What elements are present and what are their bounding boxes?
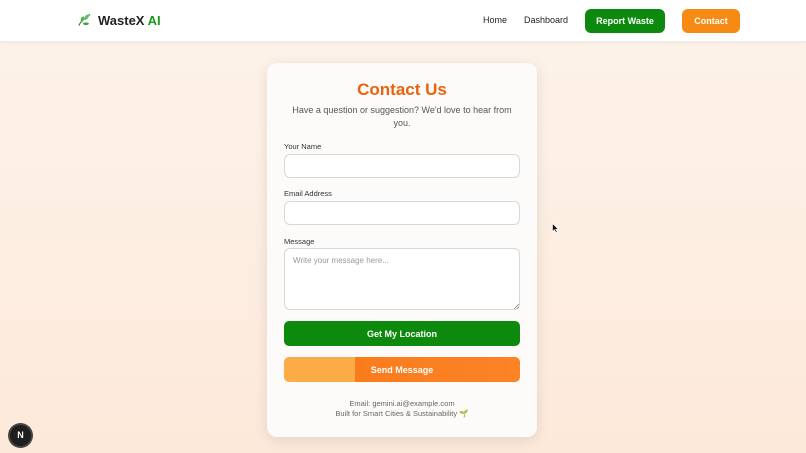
brand-name: WasteX AI [98, 13, 161, 28]
contact-card: Contact Us Have a question or suggestion… [267, 63, 537, 437]
footer-tagline: Built for Smart Cities & Sustainability … [335, 409, 469, 418]
page-title: Contact Us [357, 80, 447, 99]
nav-dashboard-link[interactable]: Dashboard [524, 15, 568, 25]
mouse-cursor-icon [552, 223, 559, 233]
brand-logo[interactable]: WasteX AI [77, 12, 161, 28]
email-input[interactable] [284, 201, 520, 225]
message-label: Message [284, 237, 315, 246]
email-label: Email Address [284, 189, 332, 198]
message-textarea[interactable] [284, 248, 520, 310]
contact-button[interactable]: Contact [682, 9, 740, 33]
name-label: Your Name [284, 142, 322, 151]
leaf-icon [78, 13, 91, 26]
nav-home-link[interactable]: Home [483, 15, 507, 25]
brand-accent-text: AI [147, 12, 161, 28]
brand-main-text: WasteX [98, 12, 145, 28]
name-input[interactable] [284, 154, 520, 178]
footer-email: Email: gemini.ai@example.com [349, 399, 455, 408]
get-location-button[interactable]: Get My Location [284, 321, 520, 346]
page-subtitle: Have a question or suggestion? We'd love… [292, 105, 512, 128]
top-navbar: WasteX AI Home Dashboard Report Waste Co… [0, 0, 806, 42]
send-message-button[interactable]: Send Message [284, 357, 520, 382]
dev-tools-badge[interactable]: N [10, 425, 31, 446]
resize-grip-icon[interactable] [513, 303, 519, 309]
report-waste-button[interactable]: Report Waste [585, 9, 665, 33]
